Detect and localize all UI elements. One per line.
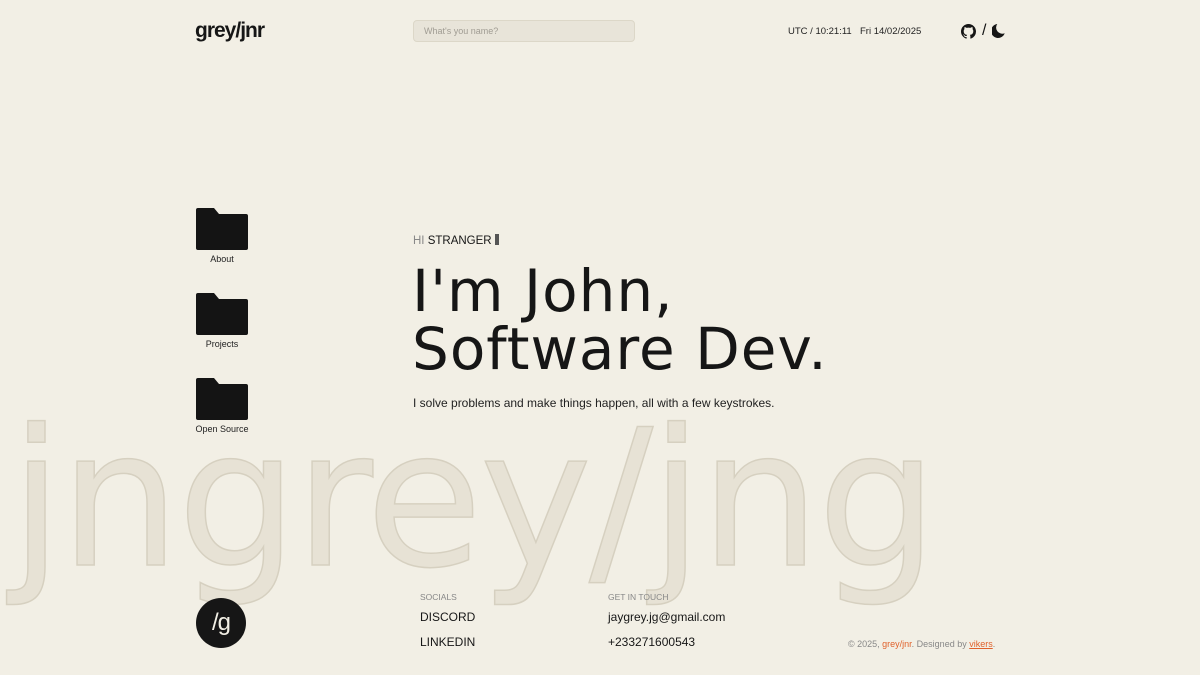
site-logo[interactable]: grey/jnr bbox=[195, 19, 265, 43]
phone-link[interactable]: +233271600543 bbox=[608, 635, 695, 649]
folder-projects[interactable]: Projects bbox=[196, 293, 248, 349]
folder-open-source[interactable]: Open Source bbox=[195, 378, 249, 434]
designer-link[interactable]: vikers bbox=[969, 639, 993, 649]
folder-about[interactable]: About bbox=[196, 208, 248, 264]
text-cursor bbox=[494, 234, 499, 245]
greeting-hi: HI bbox=[413, 235, 425, 247]
linkedin-link[interactable]: LINKEDIN bbox=[420, 635, 475, 649]
copyright: © 2025, bbox=[848, 639, 883, 649]
dark-mode-moon-icon[interactable] bbox=[992, 24, 1006, 38]
monogram-badge: /g bbox=[196, 598, 246, 648]
footer-brand-link[interactable]: grey/jnr bbox=[882, 639, 912, 649]
designed-by: . Designed by bbox=[911, 639, 970, 649]
background-watermark: jngrey/jng bbox=[9, 389, 938, 610]
folder-label: Projects bbox=[205, 339, 239, 349]
name-input[interactable] bbox=[413, 20, 635, 42]
folder-icon bbox=[196, 378, 248, 420]
github-icon[interactable] bbox=[961, 23, 976, 39]
folder-icon bbox=[196, 208, 248, 250]
greeting-name: STRANGER bbox=[427, 235, 492, 247]
hero-headline: I'm John, Software Dev. bbox=[412, 262, 828, 378]
folder-label: Open Source bbox=[195, 424, 249, 434]
socials-heading: SOCIALS bbox=[420, 592, 457, 602]
header-separator: / bbox=[982, 22, 987, 39]
header-icons: / bbox=[961, 22, 1006, 40]
discord-link[interactable]: DISCORD bbox=[420, 610, 475, 624]
utc-clock: UTC / 10:21:11 bbox=[788, 26, 852, 37]
footer-suffix: . bbox=[992, 639, 996, 649]
hero-tagline: I solve problems and make things happen,… bbox=[413, 396, 775, 410]
headline-line-2: Software Dev. bbox=[412, 315, 828, 383]
headline-line-1: I'm John, bbox=[412, 257, 674, 325]
folder-label: About bbox=[210, 254, 234, 264]
current-date: Fri 14/02/2025 bbox=[860, 26, 922, 37]
email-link[interactable]: jaygrey.jg@gmail.com bbox=[608, 610, 725, 624]
greeting: HI STRANGER bbox=[413, 234, 499, 247]
footer-credits: © 2025, grey/jnr. Designed by vikers. bbox=[848, 639, 995, 649]
folder-icon bbox=[196, 293, 248, 335]
contact-heading: GET IN TOUCH bbox=[608, 592, 669, 602]
